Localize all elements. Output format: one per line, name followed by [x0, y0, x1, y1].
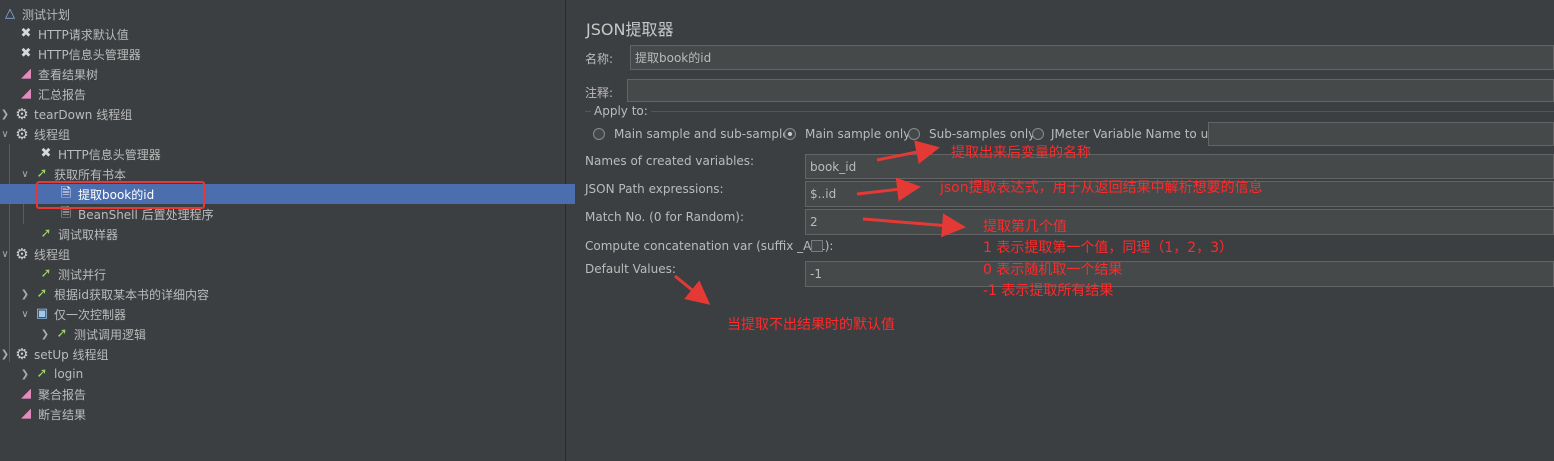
- tree-item-label: 断言结果: [38, 407, 87, 422]
- arrow-json-path: [856, 177, 921, 202]
- chart-icon: ◢: [21, 66, 31, 81]
- chevron-down-icon[interactable]: ∨: [0, 129, 10, 140]
- gear-icon: ⚙: [15, 105, 29, 123]
- tree-item-test-call-logic[interactable]: ❯ ➚ 测试调用逻辑: [0, 324, 605, 344]
- sampler-icon: ➚: [36, 166, 48, 181]
- tree-item-teardown-thread-group[interactable]: ❯ ⚙ tearDown 线程组: [0, 104, 565, 124]
- tree-item-get-book-detail[interactable]: ❯ ➚ 根据id获取某本书的详细内容: [0, 284, 585, 304]
- wrench-icon: ✖: [40, 146, 52, 161]
- tree-item-label: 汇总报告: [38, 87, 87, 102]
- gear-icon: ⚙: [15, 245, 29, 263]
- tree-item-label: 聚合报告: [38, 387, 87, 402]
- tree-item-result-tree[interactable]: ◢ 查看结果树: [0, 64, 583, 84]
- tree-item-aggregate-report[interactable]: ◢ 聚合报告: [0, 384, 583, 404]
- sampler-icon: ➚: [40, 266, 52, 281]
- controller-icon: ▣: [35, 306, 49, 321]
- tree-item-label: 测试并行: [58, 267, 107, 282]
- tree-item-login[interactable]: ❯ ➚ login: [0, 364, 585, 384]
- tree-item-assertion-results[interactable]: ◢ 断言结果: [0, 404, 583, 424]
- chart-icon: ◢: [21, 86, 31, 101]
- tree-item-thread-group-2[interactable]: ∨ ⚙ 线程组: [0, 244, 565, 264]
- tree-item-header-manager-2[interactable]: ✖ HTTP信息头管理器: [0, 144, 603, 164]
- gear-icon: ⚙: [15, 345, 29, 363]
- chart-icon: ◢: [21, 406, 31, 421]
- arrow-default-value: [674, 274, 711, 305]
- annotation-arrows: [674, 140, 966, 305]
- chevron-right-icon[interactable]: ❯: [20, 289, 30, 300]
- arrow-variable-name: [876, 140, 940, 164]
- tree-item-label: 线程组: [34, 127, 71, 142]
- arrow-match-no: [862, 213, 966, 238]
- tree-item-label: HTTP信息头管理器: [58, 147, 161, 162]
- selection-highlight-box: [36, 181, 205, 209]
- tree-item-label: 获取所有书本: [54, 167, 127, 182]
- tree-item-header-manager[interactable]: ✖ HTTP信息头管理器: [0, 44, 583, 64]
- chevron-right-icon[interactable]: ❯: [40, 329, 50, 340]
- tree-item-label: 查看结果树: [38, 67, 99, 82]
- tree-item-http-defaults[interactable]: ✖ HTTP请求默认值: [0, 24, 583, 44]
- chart-icon: ◢: [21, 386, 31, 401]
- tree-item-label: login: [54, 367, 84, 381]
- tree-item-label: HTTP信息头管理器: [38, 47, 141, 62]
- chevron-down-icon[interactable]: ∨: [0, 249, 10, 260]
- tree-item-test-plan[interactable]: △ 测试计划: [0, 4, 567, 24]
- tree-item-test-parallel[interactable]: ➚ 测试并行: [0, 264, 603, 284]
- tree-item-label: 线程组: [34, 247, 71, 262]
- sampler-icon: ➚: [40, 226, 52, 241]
- chevron-right-icon[interactable]: ❯: [20, 369, 30, 380]
- json-extractor-panel: JSON提取器 名称: 提取book的id 注释: Apply to: Main…: [575, 0, 1554, 461]
- tree-item-label: 根据id获取某本书的详细内容: [54, 287, 209, 302]
- tree-item-thread-group[interactable]: ∨ ⚙ 线程组: [0, 124, 565, 144]
- tree-item-label: tearDown 线程组: [34, 107, 133, 122]
- chevron-down-icon[interactable]: ∨: [20, 169, 30, 180]
- wrench-icon: ✖: [20, 46, 32, 61]
- tree-item-label: HTTP请求默认值: [38, 27, 129, 42]
- tree-item-summary-report[interactable]: ◢ 汇总报告: [0, 84, 583, 104]
- tree-item-label: 调试取样器: [58, 227, 119, 242]
- chevron-right-icon[interactable]: ❯: [0, 109, 10, 120]
- tree-item-label: 仅一次控制器: [54, 307, 127, 322]
- sampler-icon: ➚: [36, 286, 48, 301]
- test-plan-tree: △ 测试计划 ✖ HTTP请求默认值 ✖ HTTP信息头管理器 ◢ 查看结果树 …: [0, 0, 623, 461]
- tree-item-label: 测试计划: [22, 7, 71, 22]
- tree-item-once-only-controller[interactable]: ∨ ▣ 仅一次控制器: [0, 304, 585, 324]
- tree-item-label: 测试调用逻辑: [74, 327, 147, 342]
- sampler-icon: ➚: [36, 366, 48, 381]
- tree-item-label: setUp 线程组: [34, 347, 109, 362]
- sampler-icon: ➚: [56, 326, 68, 341]
- tree-item-debug-sampler[interactable]: ➚ 调试取样器: [0, 224, 603, 244]
- wrench-icon: ✖: [20, 26, 32, 41]
- chevron-down-icon[interactable]: ∨: [20, 309, 30, 320]
- test-plan-icon: △: [5, 6, 15, 21]
- gear-icon: ⚙: [15, 125, 29, 143]
- chevron-right-icon[interactable]: ❯: [0, 349, 10, 360]
- tree-item-setup-thread-group[interactable]: ❯ ⚙ setUp 线程组: [0, 344, 565, 364]
